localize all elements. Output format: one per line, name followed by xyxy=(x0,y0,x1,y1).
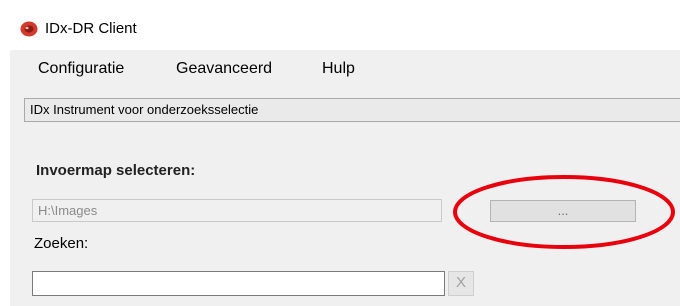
menu-bar: Configuratie Geavanceerd Hulp xyxy=(10,50,680,90)
input-folder-path-field[interactable] xyxy=(32,199,442,222)
search-input[interactable] xyxy=(32,271,445,296)
input-folder-label: Invoermap selecteren: xyxy=(36,162,196,179)
app-logo-icon xyxy=(20,21,38,37)
title-bar: IDx-DR Client xyxy=(10,6,680,50)
search-label: Zoeken: xyxy=(34,235,89,252)
window-title: IDx-DR Client xyxy=(45,20,137,37)
info-bar: IDx Instrument voor onderzoeksselectie xyxy=(24,98,680,122)
app-window: IDx-DR Client Configuratie Geavanceerd H… xyxy=(10,6,680,306)
clear-search-button[interactable]: X xyxy=(448,271,474,296)
menu-geavanceerd[interactable]: Geavanceerd xyxy=(176,60,272,78)
info-bar-text: IDx Instrument voor onderzoeksselectie xyxy=(30,102,259,117)
browse-folder-button[interactable]: ... xyxy=(490,200,636,222)
menu-hulp[interactable]: Hulp xyxy=(322,60,355,78)
menu-configuratie[interactable]: Configuratie xyxy=(38,60,124,78)
